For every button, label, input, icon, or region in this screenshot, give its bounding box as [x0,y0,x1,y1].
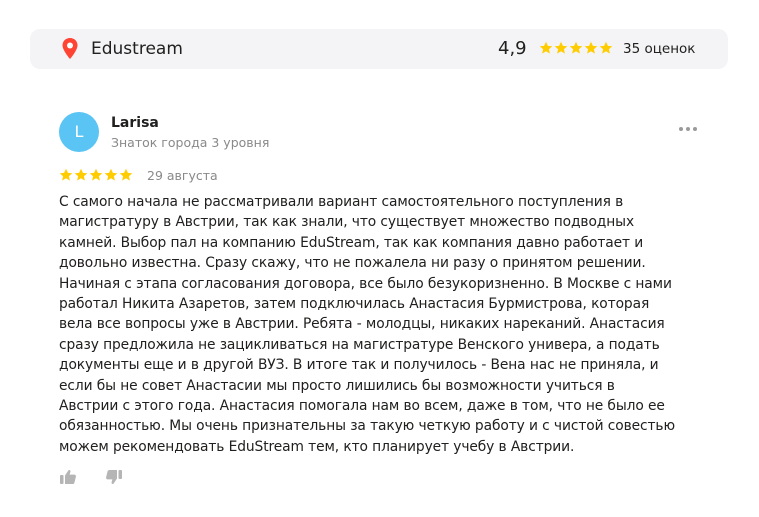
review-text-line: магистратуру в Австрии, так как знали, ч… [59,214,635,231]
review-text-line: сразу предложила не зацикливаться на маг… [59,336,660,353]
review-text-line: С самого начала не рассматривали вариант… [59,194,624,210]
star-icon [74,168,88,181]
author-level: Знаток города 3 уровня [111,135,270,150]
review-text-line: если бы не совет Анастасии мы просто лиш… [59,377,615,394]
star-icon [104,168,118,181]
star-icon [119,168,133,181]
more-dots-icon [679,127,683,131]
review-text-line: Австрии с этого года. Анастасия помогала… [59,398,665,415]
more-options-button[interactable] [676,121,700,137]
review-text-line: документы еще и в другой ВУЗ. В итоге та… [59,357,659,374]
star-icon [569,41,583,54]
organization-stars [539,41,613,55]
review-text-line: вела все вопросы уже в Австрии. Ребята -… [59,316,665,333]
review-text: С самого начала не рассматривали вариант… [59,192,699,457]
organization-review-count[interactable]: 35 оценок [623,39,695,59]
star-icon [584,41,598,54]
organization-rating: 4,9 [498,38,527,59]
star-icon [539,41,553,54]
review-text-line: работал Никита Азаретов, затем подключил… [59,296,650,313]
thumbs-down-icon[interactable] [105,469,123,485]
author-name[interactable]: Larisa [111,113,159,133]
thumbs-up-icon[interactable] [59,469,77,485]
star-icon [599,41,613,54]
star-icon [59,168,73,181]
review-text-line: обязанностью. Мы очень признательны за т… [59,418,675,435]
star-icon [554,41,568,54]
organization-name[interactable]: Edustream [91,37,183,61]
review-text-line: довольно известна. Сразу скажу, что не п… [59,255,646,272]
location-pin-icon [62,38,78,59]
review-text-line: камней. Выбор пал на компанию EduStream,… [59,234,644,251]
review-date: 29 августа [147,168,218,183]
review-text-line: Начиная с этапа согласования договора, в… [59,275,672,292]
star-icon [89,168,103,181]
review-stars [59,168,133,182]
review-text-line: можем рекомендовать EduStream тем, кто п… [59,438,575,455]
avatar[interactable]: L [59,112,99,152]
organization-header: Edustream 4,9 35 оценок [30,29,728,69]
